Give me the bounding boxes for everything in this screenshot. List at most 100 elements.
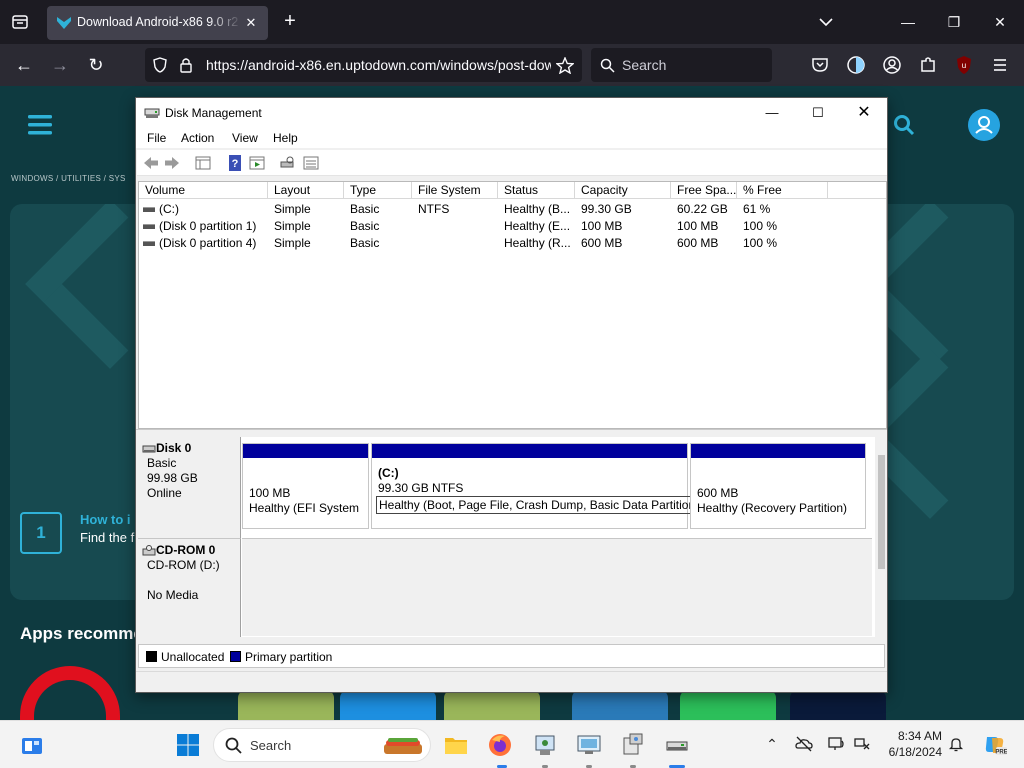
ublock-origin-icon[interactable]: u [952, 53, 976, 77]
app-thumbnail[interactable] [790, 690, 886, 720]
menu-help[interactable]: Help [273, 131, 298, 145]
hamburger-menu-icon[interactable] [988, 53, 1012, 77]
column-header-layout[interactable]: Layout [268, 182, 344, 199]
volume-row[interactable]: (Disk 0 partition 4) Simple Basic Health… [139, 235, 886, 252]
column-header-status[interactable]: Status [498, 182, 575, 199]
column-header-percent-free[interactable]: % Free [737, 182, 828, 199]
partition-status: Healthy (Boot, Page File, Crash Dump, Ba… [376, 496, 703, 514]
pocket-icon[interactable] [808, 53, 832, 77]
firefox-view-button[interactable] [8, 11, 32, 33]
vertical-scrollbar[interactable] [876, 437, 887, 637]
column-header-capacity[interactable]: Capacity [575, 182, 671, 199]
rescan-disks-icon[interactable] [279, 154, 297, 172]
column-header-file-system[interactable]: File System [412, 182, 498, 199]
maximize-button[interactable]: ☐ [795, 98, 841, 128]
column-header-free-space[interactable]: Free Spa... [671, 182, 737, 199]
display-icon[interactable] [827, 735, 845, 753]
cdrom-0-name: CD-ROM 0 [156, 543, 216, 557]
firefox-view-icon [12, 15, 28, 29]
notification-bell-icon[interactable] [947, 735, 965, 753]
volume-row[interactable]: (C:) Simple Basic NTFS Healthy (B... 99.… [139, 201, 886, 218]
clock-time[interactable]: 8:34 AM [882, 729, 942, 743]
back-arrow-icon[interactable] [142, 154, 160, 172]
back-button[interactable]: ← [12, 53, 36, 77]
shield-icon[interactable] [152, 57, 168, 73]
reload-button[interactable]: ↻ [84, 53, 108, 77]
close-button[interactable]: ✕ [841, 98, 887, 128]
cdrom-0-label[interactable]: CD-ROM 0 CD-ROM (D:) No Media [138, 538, 241, 637]
cdrom-0-drive: CD-ROM (D:) [147, 558, 220, 572]
remote-desktop-icon[interactable] [576, 732, 602, 758]
taskbar-search-box[interactable]: Search [213, 728, 431, 762]
clock-date[interactable]: 6/18/2024 [882, 745, 942, 759]
list-all-tabs-icon[interactable] [815, 11, 837, 33]
tab-close-button[interactable]: ✕ [242, 14, 260, 32]
volume-percent-free: 100 % [743, 219, 778, 233]
help-icon[interactable]: ? [226, 154, 244, 172]
column-header-volume[interactable]: Volume [139, 182, 268, 199]
firefox-icon[interactable] [487, 732, 513, 758]
apps-recommended-heading: Apps recomme [20, 624, 143, 643]
disk-management-taskbar-icon[interactable] [664, 732, 690, 758]
browser-tab-active[interactable]: Download Android-x86 9.0 r2 (Windows) ✕ [47, 6, 268, 40]
windows-taskbar: Search ⌃ 8:34 AM 6/18/2024 PRE [0, 720, 1024, 768]
system-tool-icon[interactable] [620, 732, 646, 758]
menu-view[interactable]: View [232, 131, 258, 145]
onedrive-offline-icon[interactable] [795, 735, 813, 753]
partition-c[interactable]: (C:) 99.30 GB NTFS Healthy (Boot, Page F… [371, 443, 703, 529]
network-icon[interactable] [853, 735, 871, 753]
properties-pane-icon[interactable] [248, 154, 266, 172]
list-view-icon[interactable] [302, 154, 320, 172]
volume-row[interactable]: (Disk 0 partition 1) Simple Basic Health… [139, 218, 886, 235]
site-menu-icon[interactable] [27, 112, 53, 138]
volume-free-space: 60.22 GB [677, 202, 728, 216]
disk-management-app-icon [144, 108, 160, 118]
menu-file[interactable]: File [147, 131, 166, 145]
forward-button[interactable]: → [48, 53, 72, 77]
app-thumbnail[interactable] [572, 690, 668, 720]
howto-title[interactable]: How to i [80, 512, 131, 527]
column-header-type[interactable]: Type [344, 182, 412, 199]
whatsapp-app-thumbnail[interactable] [680, 690, 776, 720]
file-explorer-icon[interactable] [443, 732, 469, 758]
volume-percent-free: 100 % [743, 236, 778, 250]
app-thumbnail[interactable] [340, 690, 436, 720]
search-bar[interactable]: Search [591, 48, 772, 82]
extension-circle-icon[interactable] [844, 53, 868, 77]
extensions-puzzle-icon[interactable] [916, 53, 940, 77]
address-bar[interactable]: https://android-x86.en.uptodown.com/wind… [145, 48, 582, 82]
volume-capacity: 100 MB [581, 219, 623, 233]
window-titlebar[interactable]: Disk Management — ☐ ✕ [136, 98, 887, 128]
browser-minimize-button[interactable]: — [885, 8, 931, 36]
control-panel-icon[interactable] [532, 732, 558, 758]
console-tree-icon[interactable] [194, 154, 212, 172]
start-windows-icon[interactable] [175, 732, 201, 758]
browser-close-button[interactable]: ✕ [977, 8, 1023, 36]
tab-title: Download Android-x86 9.0 r2 (Windows) [77, 15, 242, 29]
pane-splitter[interactable] [136, 429, 887, 435]
lock-icon[interactable] [179, 57, 193, 73]
partition-size: 99.30 GB NTFS [378, 481, 464, 495]
forward-arrow-icon[interactable] [163, 154, 181, 172]
app-thumbnail[interactable] [444, 690, 540, 720]
cdrom-0-media: No Media [147, 588, 199, 602]
volume-name: (Disk 0 partition 1) [159, 219, 257, 233]
scrollbar-thumb[interactable] [878, 455, 885, 569]
app-thumbnail[interactable] [238, 690, 334, 720]
copilot-icon[interactable]: PRE [981, 732, 1007, 758]
new-tab-button[interactable]: + [279, 10, 301, 32]
minimize-button[interactable]: — [749, 98, 795, 128]
partition-efi[interactable]: 100 MB Healthy (EFI System Partition) [242, 443, 369, 529]
partition-recovery[interactable]: 600 MB Healthy (Recovery Partition) [690, 443, 866, 529]
disk-0-label[interactable]: Disk 0 Basic 99.98 GB Online [138, 437, 241, 538]
browser-restore-button[interactable]: ❐ [931, 8, 977, 36]
menu-action[interactable]: Action [181, 131, 214, 145]
show-hidden-icons-chevron[interactable]: ⌃ [763, 735, 781, 753]
site-user-icon[interactable] [968, 109, 1000, 141]
bookmark-star-icon[interactable] [556, 57, 574, 74]
site-search-icon[interactable] [893, 114, 915, 136]
opera-app-thumbnail[interactable] [20, 666, 120, 720]
widgets-icon[interactable] [19, 733, 45, 759]
window-title: Disk Management [165, 106, 262, 120]
account-icon[interactable] [880, 53, 904, 77]
